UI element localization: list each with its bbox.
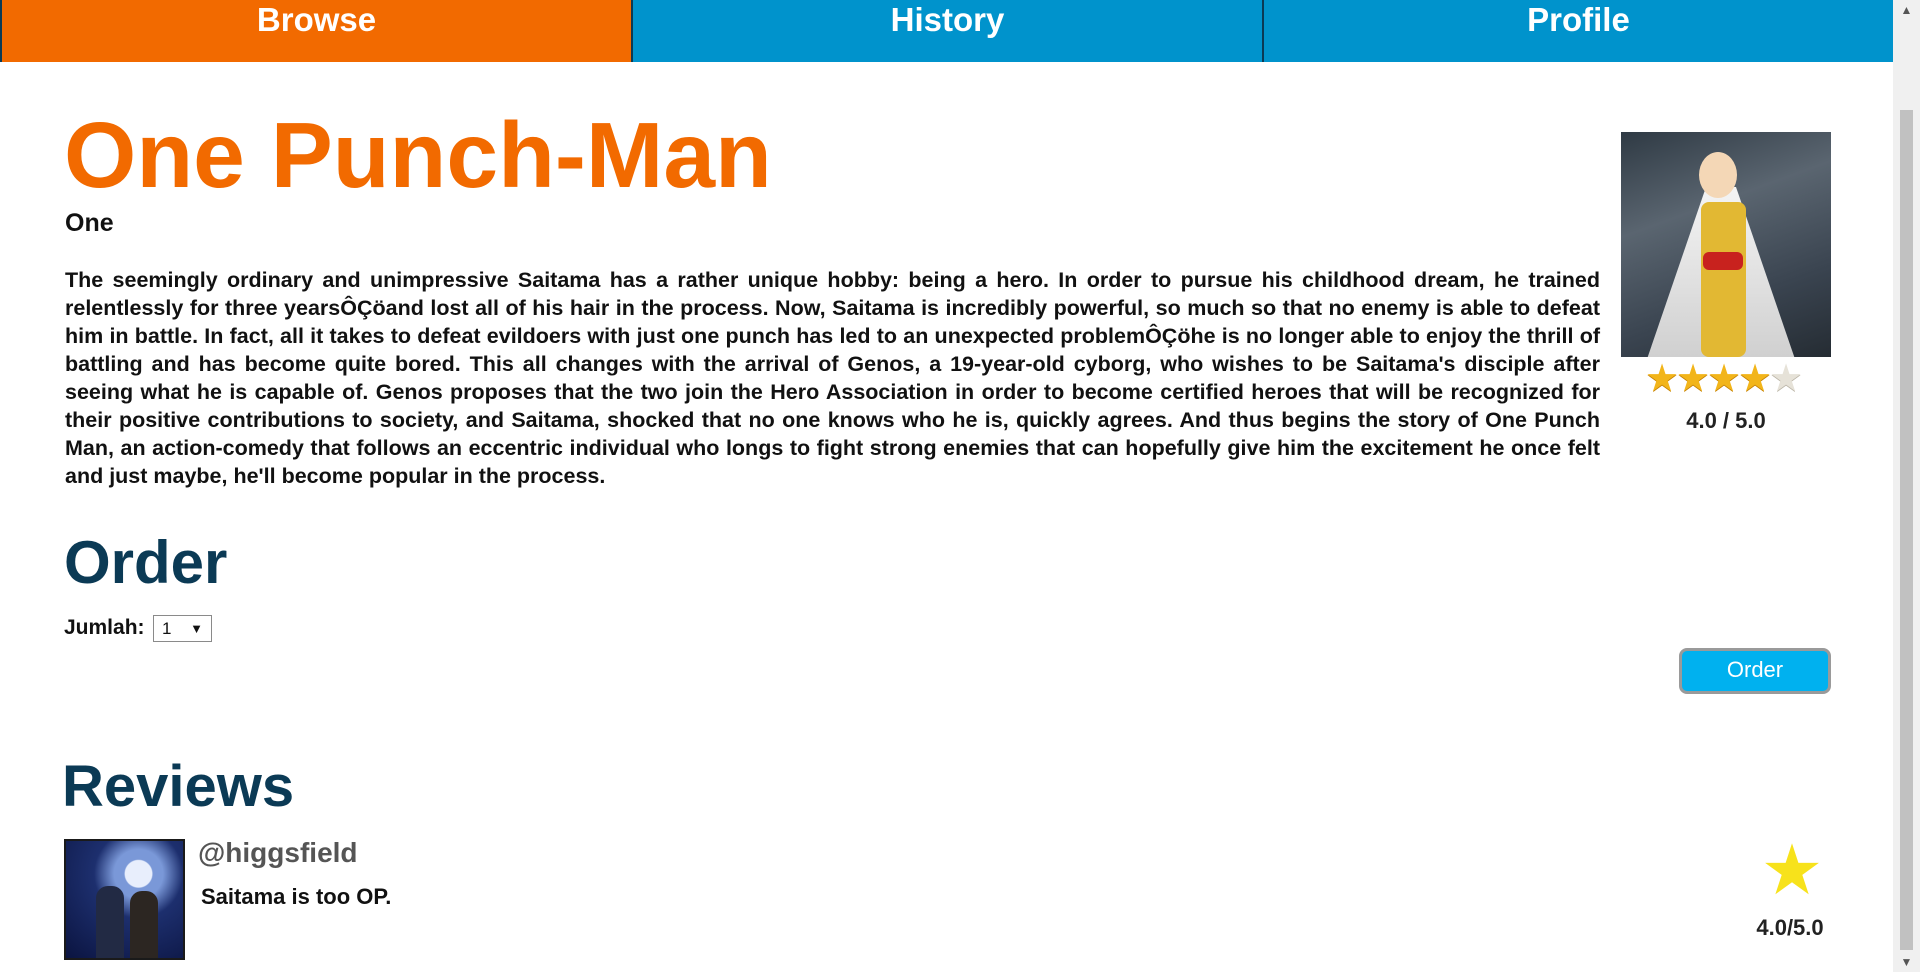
book-author: One [65, 209, 114, 237]
vertical-scrollbar[interactable]: ▲ ▼ [1893, 0, 1920, 972]
reviewer-avatar [64, 839, 185, 960]
rating-value: 4.0 / 5.0 [1686, 408, 1766, 433]
rating-stars: ★ ★ ★ ★ ★ [1645, 360, 1805, 400]
star-filled-icon: ★ [1707, 358, 1742, 400]
quantity-select[interactable]: 1 ▼ [153, 615, 212, 642]
star-filled-icon: ★ [1645, 358, 1680, 400]
scroll-down-arrow-icon[interactable]: ▼ [1893, 952, 1920, 972]
star-filled-icon: ★ [1738, 358, 1773, 400]
quantity-label: Jumlah: [64, 616, 145, 639]
tab-profile[interactable]: Profile [1264, 0, 1893, 62]
star-filled-icon: ★ [1676, 358, 1711, 400]
reviewer-username[interactable]: @higgsfield [198, 837, 358, 869]
top-nav: Browse History Profile [0, 0, 1893, 62]
scroll-up-arrow-icon[interactable]: ▲ [1893, 0, 1920, 20]
review-score: 4.0/5.0 [1756, 915, 1824, 940]
star-empty-icon: ★ [1769, 358, 1804, 400]
review-star-icon: ★ [1760, 831, 1824, 909]
scrollbar-thumb[interactable] [1900, 110, 1913, 950]
page-title: One Punch-Man [64, 103, 772, 207]
dropdown-arrow-icon: ▼ [190, 621, 203, 636]
tab-browse[interactable]: Browse [0, 0, 633, 62]
order-heading: Order [64, 529, 228, 596]
tab-history[interactable]: History [633, 0, 1264, 62]
quantity-value: 1 [162, 619, 172, 638]
review-text: Saitama is too OP. [201, 884, 392, 909]
reviews-heading: Reviews [62, 754, 295, 819]
book-synopsis: The seemingly ordinary and unimpressive … [65, 268, 1600, 488]
book-cover-image [1621, 132, 1831, 357]
order-button[interactable]: Order [1679, 648, 1831, 694]
